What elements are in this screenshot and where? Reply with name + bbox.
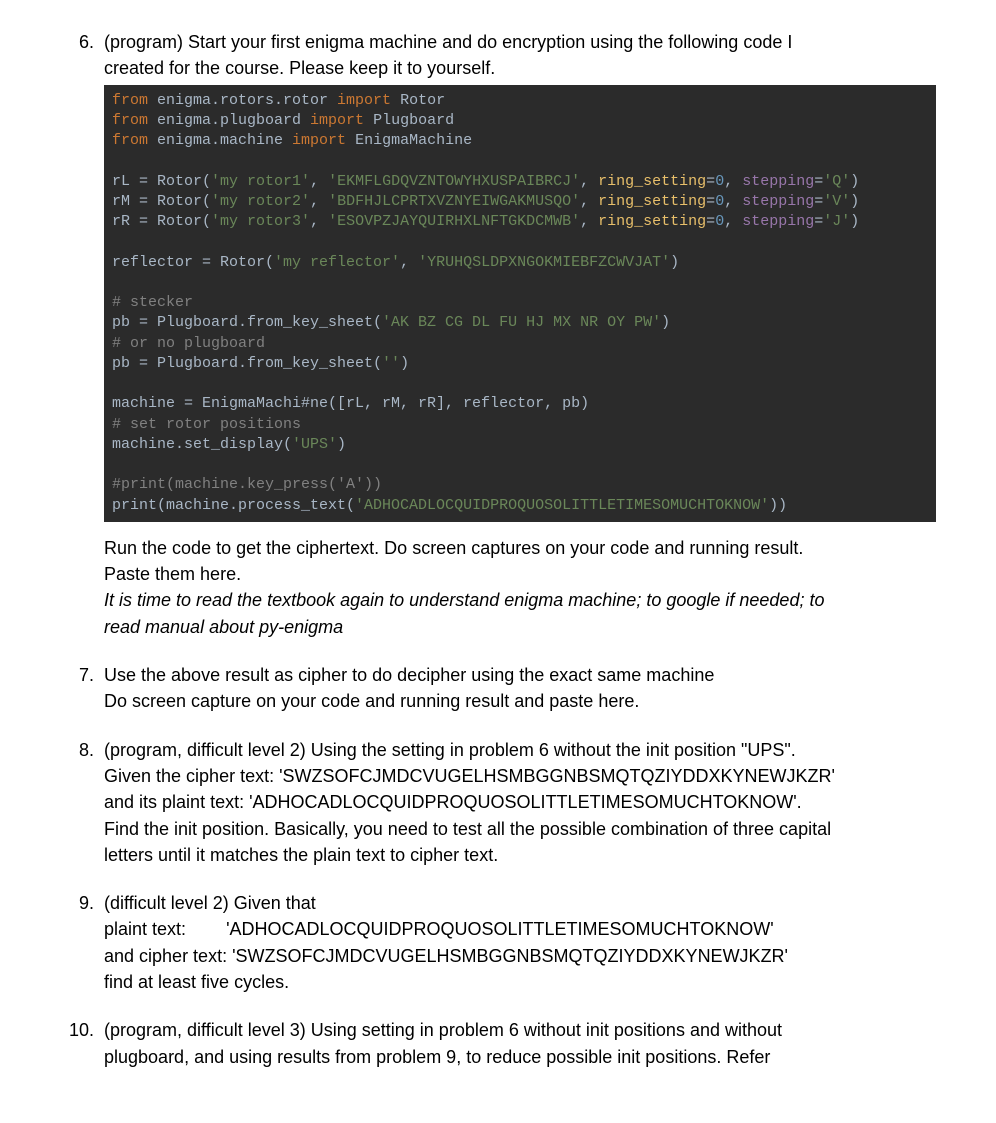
problem-number: 9.	[60, 891, 104, 996]
problem-body: Use the above result as cipher to do dec…	[104, 663, 936, 716]
problem-number: 8.	[60, 738, 104, 869]
text-line: (program, difficult level 3) Using setti…	[104, 1018, 936, 1042]
text-line: (program) Start your first enigma machin…	[104, 30, 936, 54]
text-line-italic: read manual about py-enigma	[104, 615, 936, 639]
text-line: Do screen capture on your code and runni…	[104, 689, 936, 713]
text-line: plaint text: 'ADHOCADLOCQUIDPROQUOSOLITT…	[104, 917, 936, 941]
text-line: and cipher text: 'SWZSOFCJMDCVUGELHSMBGG…	[104, 944, 936, 968]
problem-7: 7. Use the above result as cipher to do …	[60, 663, 936, 716]
text-line: created for the course. Please keep it t…	[104, 56, 936, 80]
problem-10: 10. (program, difficult level 3) Using s…	[60, 1018, 936, 1071]
problem-6: 6. (program) Start your first enigma mac…	[60, 30, 936, 641]
text-line-italic: It is time to read the textbook again to…	[104, 588, 936, 612]
problem-number: 10.	[60, 1018, 104, 1071]
text-line: Find the init position. Basically, you n…	[104, 817, 936, 841]
text-line: letters until it matches the plain text …	[104, 843, 936, 867]
text-line: Use the above result as cipher to do dec…	[104, 663, 936, 687]
text-line: Run the code to get the ciphertext. Do s…	[104, 536, 936, 560]
problem-list: 6. (program) Start your first enigma mac…	[60, 30, 936, 1071]
text-line: Paste them here.	[104, 562, 936, 586]
problem-number: 6.	[60, 30, 104, 641]
code-block: from enigma.rotors.rotor import Rotor fr…	[104, 85, 936, 522]
problem-8: 8. (program, difficult level 2) Using th…	[60, 738, 936, 869]
text-line: (program, difficult level 2) Using the s…	[104, 738, 936, 762]
problem-body: (program, difficult level 2) Using the s…	[104, 738, 936, 869]
text-line: (difficult level 2) Given that	[104, 891, 936, 915]
problem-body: (program) Start your first enigma machin…	[104, 30, 936, 641]
text-line: and its plaint text: 'ADHOCADLOCQUIDPROQ…	[104, 790, 936, 814]
text-line: find at least five cycles.	[104, 970, 936, 994]
problem-body: (difficult level 2) Given that plaint te…	[104, 891, 936, 996]
text-line: Given the cipher text: 'SWZSOFCJMDCVUGEL…	[104, 764, 936, 788]
problem-body: (program, difficult level 3) Using setti…	[104, 1018, 936, 1071]
text-line: plugboard, and using results from proble…	[104, 1045, 936, 1069]
problem-9: 9. (difficult level 2) Given that plaint…	[60, 891, 936, 996]
problem-number: 7.	[60, 663, 104, 716]
